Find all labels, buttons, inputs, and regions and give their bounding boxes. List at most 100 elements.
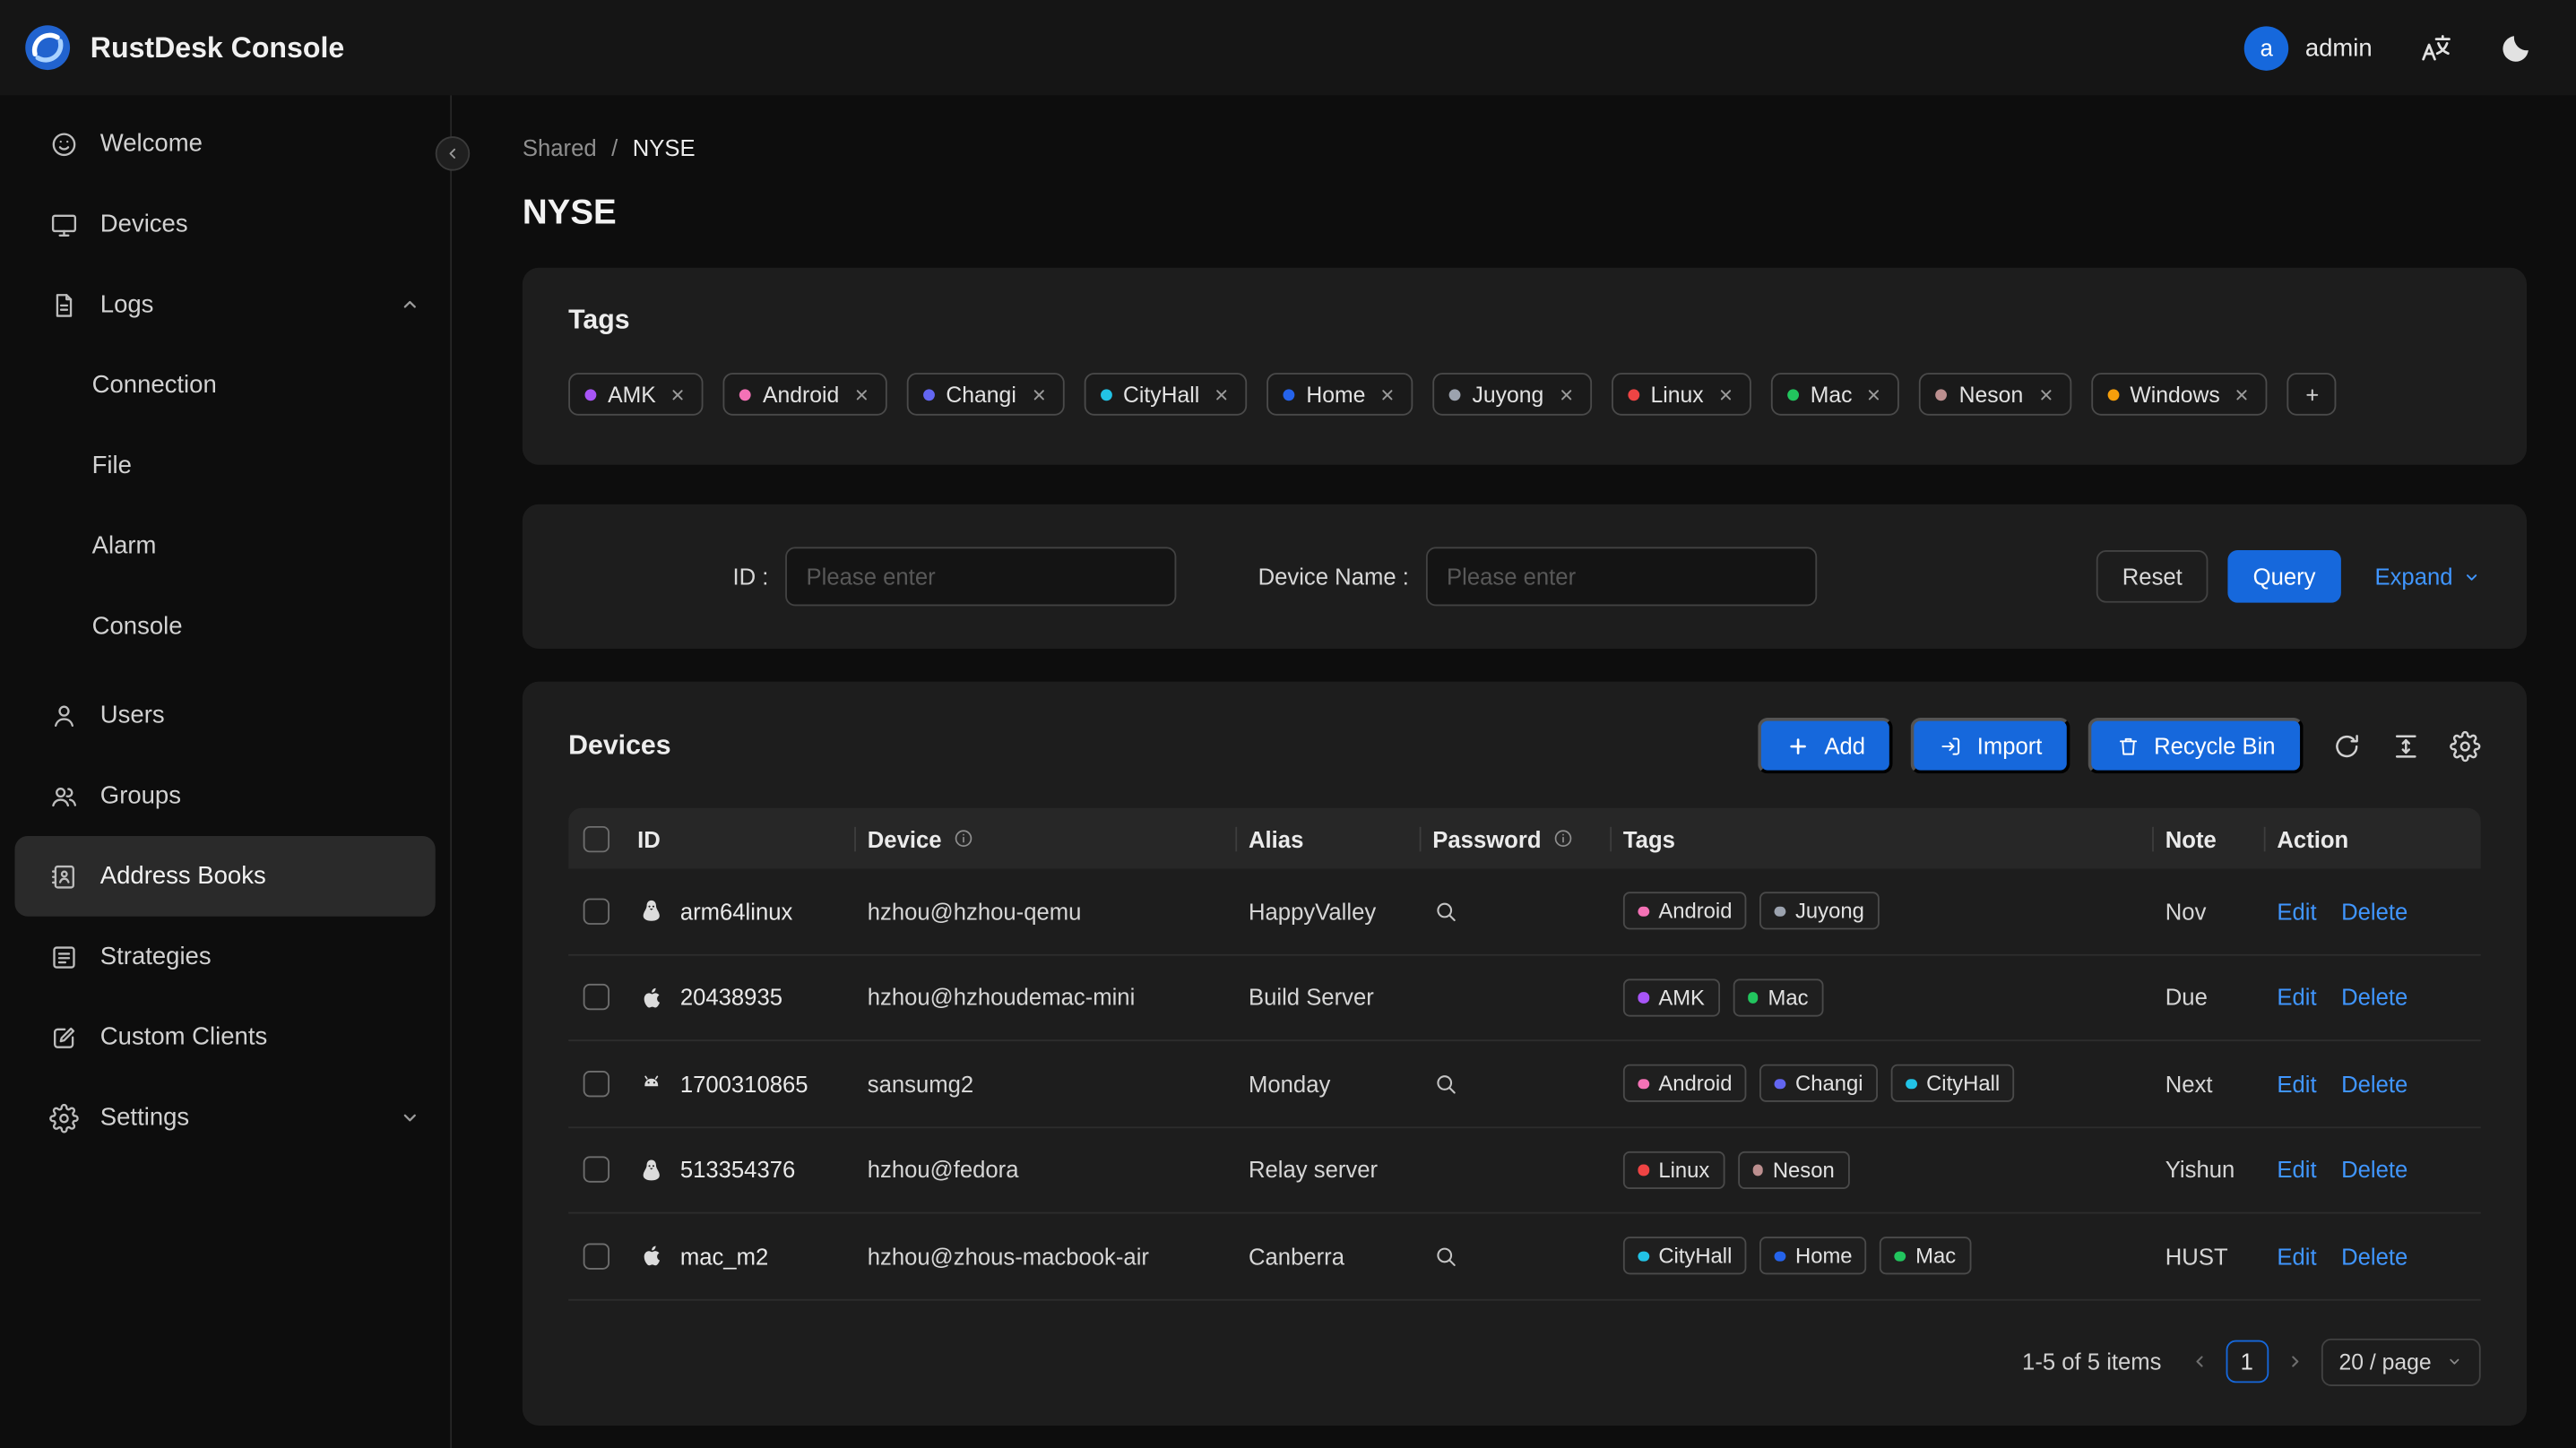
remove-tag-icon[interactable] — [1716, 385, 1734, 403]
tag-chip: AMK — [1622, 978, 1720, 1017]
sidebar-item-alarm[interactable]: Alarm — [0, 506, 450, 587]
column-header-action: Action — [2264, 808, 2481, 869]
tag-dot — [922, 388, 935, 401]
sidebar-item-console[interactable]: Console — [0, 586, 450, 667]
device-name: hzhou@hzhoudemac-mini — [867, 984, 1136, 1011]
chevron-down-icon — [2463, 567, 2481, 585]
delete-link[interactable]: Delete — [2341, 898, 2407, 924]
sidebar-item-settings[interactable]: Settings — [0, 1077, 450, 1158]
breadcrumb-current: NYSE — [632, 134, 696, 161]
tag-dot — [1787, 388, 1799, 401]
remove-tag-icon[interactable] — [1029, 385, 1047, 403]
prev-page-icon[interactable] — [2190, 1351, 2209, 1371]
page-size-select[interactable]: 20 / page — [2321, 1337, 2481, 1386]
delete-link[interactable]: Delete — [2341, 1157, 2407, 1183]
info-icon[interactable] — [953, 828, 974, 849]
edit-link[interactable]: Edit — [2277, 984, 2316, 1010]
sidebar-item-address-books[interactable]: Address Books — [14, 835, 436, 917]
edit-link[interactable]: Edit — [2277, 1157, 2316, 1183]
device-alias: Build Server — [1249, 984, 1374, 1011]
tag-chip[interactable]: Mac — [1770, 373, 1900, 416]
edit-link[interactable]: Edit — [2277, 1243, 2316, 1269]
remove-tag-icon[interactable] — [2036, 385, 2054, 403]
devices-card: Devices Add Import Recycle Bin ID Device… — [522, 681, 2528, 1426]
remove-tag-icon[interactable] — [669, 385, 687, 403]
sidebar-item-devices[interactable]: Devices — [0, 184, 450, 264]
tag-chip[interactable]: Android — [722, 373, 887, 416]
tag-dot — [739, 388, 752, 401]
main-content: Shared / NYSE NYSE Tags AMK Android Chan… — [454, 95, 2576, 1448]
monitor-icon — [49, 210, 79, 239]
reveal-password-icon[interactable] — [1432, 898, 1458, 924]
remove-tag-icon[interactable] — [1557, 385, 1575, 403]
tag-chip[interactable]: Home — [1266, 373, 1413, 416]
tag-chip[interactable]: CityHall — [1083, 373, 1248, 416]
import-button[interactable]: Import — [1911, 717, 2070, 774]
tag-chip[interactable]: Neson — [1919, 373, 2071, 416]
dark-mode-icon[interactable] — [2499, 30, 2533, 65]
tag-dot — [1448, 388, 1461, 401]
tag-chip: Linux — [1622, 1151, 1725, 1189]
row-checkbox[interactable] — [583, 1070, 610, 1097]
id-label: ID : — [732, 563, 769, 590]
tag-chip[interactable]: Linux — [1611, 373, 1751, 416]
edit-link[interactable]: Edit — [2277, 1071, 2316, 1097]
address-book-icon — [49, 861, 79, 891]
breadcrumb-parent[interactable]: Shared — [523, 134, 597, 160]
sidebar-item-users[interactable]: Users — [0, 675, 450, 755]
pagination-total: 1-5 of 5 items — [2022, 1348, 2162, 1375]
row-checkbox[interactable] — [583, 898, 610, 925]
id-input[interactable] — [784, 547, 1176, 607]
tag-dot — [1775, 1250, 1785, 1262]
column-height-icon[interactable] — [2390, 730, 2422, 762]
sidebar-item-logs[interactable]: Logs — [0, 264, 450, 345]
sidebar-item-strategies[interactable]: Strategies — [0, 917, 450, 997]
expand-link[interactable]: Expand — [2374, 564, 2480, 590]
page-title: NYSE — [522, 194, 617, 232]
remove-tag-icon[interactable] — [1379, 385, 1396, 403]
info-icon[interactable] — [1552, 828, 1574, 849]
select-all-checkbox[interactable] — [583, 825, 610, 852]
row-checkbox[interactable] — [583, 1156, 610, 1184]
delete-link[interactable]: Delete — [2341, 984, 2407, 1010]
sidebar-item-groups[interactable]: Groups — [0, 755, 450, 836]
reset-button[interactable]: Reset — [2096, 550, 2209, 603]
app-header: RustDesk Console a admin — [0, 0, 2576, 96]
delete-link[interactable]: Delete — [2341, 1243, 2407, 1269]
add-button[interactable]: Add — [1759, 717, 1894, 774]
page-number-1[interactable]: 1 — [2226, 1340, 2269, 1383]
table-settings-gear-icon[interactable] — [2450, 730, 2481, 762]
reveal-password-icon[interactable] — [1432, 1243, 1458, 1269]
sidebar-item-label: Groups — [99, 781, 181, 810]
row-checkbox[interactable] — [583, 984, 610, 1011]
next-page-icon[interactable] — [2285, 1351, 2304, 1371]
avatar[interactable]: a — [2243, 25, 2289, 70]
tag-chip[interactable]: Windows — [2090, 373, 2268, 416]
reload-icon[interactable] — [2331, 730, 2363, 762]
sidebar-item-welcome[interactable]: Welcome — [0, 103, 450, 184]
tag-chip[interactable]: Juyong — [1432, 373, 1592, 416]
device-name-input[interactable] — [1425, 547, 1817, 607]
language-icon[interactable] — [2418, 30, 2452, 65]
sidebar-item-label: Address Books — [99, 862, 266, 891]
sidebar-item-custom-clients[interactable]: Custom Clients — [0, 997, 450, 1078]
remove-tag-icon[interactable] — [2233, 385, 2251, 403]
add-tag-button[interactable] — [2286, 373, 2337, 416]
tag-chip[interactable]: Changi — [906, 373, 1064, 416]
recycle-bin-button[interactable]: Recycle Bin — [2088, 717, 2304, 774]
delete-link[interactable]: Delete — [2341, 1071, 2407, 1097]
tags-card-title: Tags — [568, 305, 630, 335]
remove-tag-icon[interactable] — [1865, 385, 1883, 403]
brand: RustDesk Console — [23, 23, 344, 73]
row-checkbox[interactable] — [583, 1243, 610, 1270]
reveal-password-icon[interactable] — [1432, 1071, 1458, 1097]
remove-tag-icon[interactable] — [852, 385, 870, 403]
sidebar-collapse-button[interactable] — [435, 136, 471, 171]
query-button[interactable]: Query — [2228, 550, 2340, 603]
remove-tag-icon[interactable] — [1213, 385, 1231, 403]
edit-link[interactable]: Edit — [2277, 898, 2316, 924]
sidebar-item-file[interactable]: File — [0, 426, 450, 506]
tag-chip[interactable]: AMK — [568, 373, 704, 416]
username[interactable]: admin — [2305, 34, 2373, 62]
sidebar-item-connection[interactable]: Connection — [0, 345, 450, 426]
